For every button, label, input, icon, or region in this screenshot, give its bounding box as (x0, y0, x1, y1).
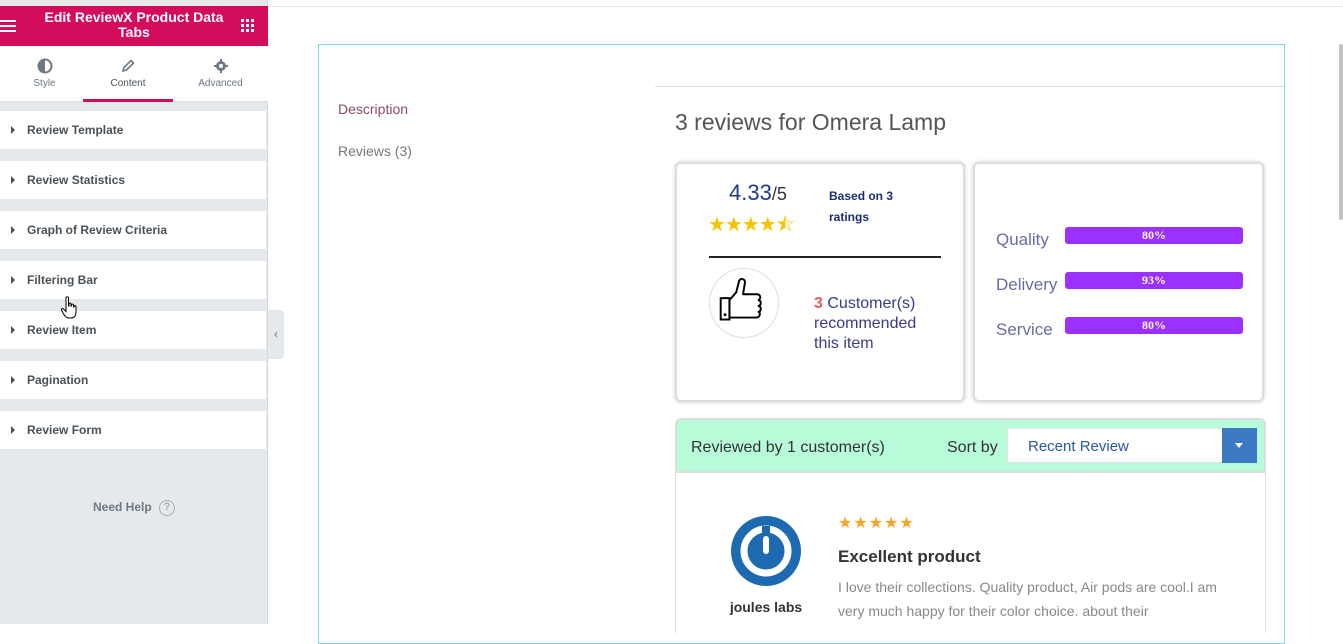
caret-right-icon (11, 226, 15, 234)
review-title: Excellent product (838, 547, 981, 566)
review-item: joules labs ★★★★★ Excellent product I lo… (675, 473, 1266, 633)
recommend-count: 3 (814, 295, 823, 312)
contrast-icon (37, 58, 52, 74)
filtering-bar: Reviewed by 1 customer(s) Sort by Recent… (675, 418, 1266, 473)
criteria-label-delivery: Delivery (996, 275, 1058, 294)
average-value: 4.33 (729, 180, 772, 205)
review-body: I love their collections. Quality produc… (838, 579, 1217, 619)
section-review-statistics[interactable]: Review Statistics (0, 161, 266, 199)
caret-right-icon (11, 426, 15, 434)
tab-advanced[interactable]: Advanced (176, 46, 265, 102)
section-label: Review Form (27, 423, 102, 437)
section-review-template[interactable]: Review Template (0, 111, 266, 149)
tab-reviews[interactable]: Reviews (3) (338, 143, 412, 159)
sort-select[interactable]: Recent Review (1007, 428, 1257, 463)
section-review-item[interactable]: Review Item (0, 311, 266, 349)
sort-selected-value: Recent Review (1028, 438, 1129, 455)
caret-right-icon (11, 126, 15, 134)
section-label: Review Statistics (27, 173, 126, 187)
caret-right-icon (11, 376, 15, 384)
thumbs-up-badge (709, 268, 779, 338)
tab-style-label: Style (33, 78, 56, 89)
caret-right-icon (11, 326, 15, 334)
review-stars: ★★★★★ (838, 515, 915, 532)
criteria-label-quality: Quality (996, 230, 1049, 249)
reviewer-name: joules labs (729, 599, 803, 615)
criteria-label-service: Service (996, 320, 1053, 339)
tab-content[interactable]: Content (83, 46, 173, 102)
recommendation-text: 3 Customer(s) recommended this item (814, 294, 944, 354)
panel-header: Edit ReviewX Product Data Tabs (0, 6, 268, 46)
rating-scale: /5 (771, 184, 787, 204)
criteria-bar-delivery: 93% (1065, 272, 1243, 289)
section-label: Graph of Review Criteria (27, 223, 168, 237)
criteria-graph-card: Quality 80% Delivery 93% Service 80% (973, 162, 1264, 402)
tab-content-label: Content (110, 78, 146, 89)
section-label: Filtering Bar (27, 273, 98, 287)
criteria-bar-service: 80% (1065, 317, 1243, 334)
tab-divider (655, 86, 1284, 87)
chevron-down-icon[interactable] (1222, 428, 1257, 463)
star-rating: ★★★★⯪ (708, 214, 795, 236)
power-logo-icon (740, 525, 792, 577)
thumbs-up-icon (719, 278, 762, 321)
scrollbar[interactable] (1339, 44, 1343, 220)
tab-advanced-label: Advanced (198, 78, 243, 89)
collapse-panel-button[interactable]: ‹ (268, 310, 284, 359)
criteria-bar-quality: 80% (1065, 227, 1243, 244)
section-pagination[interactable]: Pagination (0, 361, 266, 399)
sort-by-label: Sort by (947, 439, 998, 456)
section-filtering-bar[interactable]: Filtering Bar (0, 261, 266, 299)
caret-right-icon (11, 176, 15, 184)
hand-cursor-icon (60, 296, 77, 319)
section-graph-of-review-criteria[interactable]: Graph of Review Criteria (0, 211, 266, 249)
average-rating: 4.33/5 (729, 180, 787, 206)
reviews-heading: 3 reviews for Omera Lamp (675, 109, 946, 135)
rating-summary-card: 4.33/5 ★★★★⯪ Based on 3 ratings 3 Custom… (675, 162, 965, 402)
question-icon: ? (159, 500, 176, 516)
editor-panel: Edit ReviewX Product Data Tabs Style Con… (0, 0, 268, 624)
panel-title: Edit ReviewX Product Data Tabs (44, 9, 224, 40)
panel-tabs: Style Content Advanced (0, 46, 268, 102)
menu-icon[interactable] (0, 20, 16, 32)
section-label: Review Template (27, 123, 124, 137)
avatar (731, 516, 801, 586)
section-review-form[interactable]: Review Form (0, 411, 266, 449)
need-help-link[interactable]: Need Help ? (0, 500, 268, 516)
section-label: Review Item (27, 323, 97, 337)
tab-style[interactable]: Style (0, 46, 89, 102)
gear-icon (213, 59, 228, 73)
rating-divider (709, 256, 941, 258)
reviewed-by-count: Reviewed by 1 customer(s) (691, 439, 885, 456)
tab-description[interactable]: Description (338, 101, 408, 117)
pencil-icon (121, 59, 135, 73)
top-divider (270, 6, 1343, 7)
section-label: Pagination (27, 373, 89, 387)
based-on-ratings: Based on 3 ratings (829, 189, 894, 224)
apps-grid-icon[interactable] (241, 19, 254, 32)
recommend-label: Customer(s) recommended this item (814, 295, 917, 352)
caret-right-icon (11, 276, 15, 284)
need-help-label: Need Help (92, 500, 152, 515)
